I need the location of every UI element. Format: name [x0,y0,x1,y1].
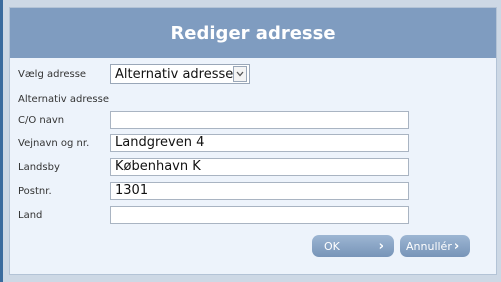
cancel-button[interactable]: Annullér › [400,235,470,257]
cancel-label: Annullér [406,239,452,253]
chevron-right-icon: › [453,238,460,254]
co-name-field[interactable] [110,111,409,129]
ok-label: OK [324,239,340,253]
field-row-city: Landsby København K [10,158,496,176]
city-field[interactable]: København K [110,158,409,176]
select-address-dropdown[interactable]: Alternativ adresse [110,64,250,84]
field-row-country: Land [10,206,496,224]
ok-button[interactable]: OK › [312,235,394,257]
country-field[interactable] [110,206,409,224]
postcode-field[interactable]: 1301 [110,182,409,200]
street-label: Vejnavn og nr. [18,138,90,149]
chevron-right-icon: › [378,238,384,254]
street-field[interactable]: Landgreven 4 [110,134,409,152]
select-address-row: Vælg adresse Alternativ adresse [10,64,496,86]
field-row-street: Vejnavn og nr. Landgreven 4 [10,134,496,152]
dialog-title: Rediger adresse [170,22,336,44]
chevron-down-icon[interactable] [233,66,247,82]
dialog-titlebar: Rediger adresse [10,8,496,58]
edit-address-dialog: Rediger adresse Vælg adresse Alternativ … [9,7,497,275]
window-edge [0,0,3,282]
city-label: Landsby [18,162,60,173]
postcode-label: Postnr. [18,186,52,197]
select-address-label: Vælg adresse [18,69,87,80]
country-label: Land [18,210,43,221]
section-label: Alternativ adresse [18,94,109,105]
co-name-label: C/O navn [18,115,65,126]
field-row-postcode: Postnr. 1301 [10,182,496,200]
select-address-value: Alternativ adresse [115,66,234,82]
field-row-co-name: C/O navn [10,111,496,129]
